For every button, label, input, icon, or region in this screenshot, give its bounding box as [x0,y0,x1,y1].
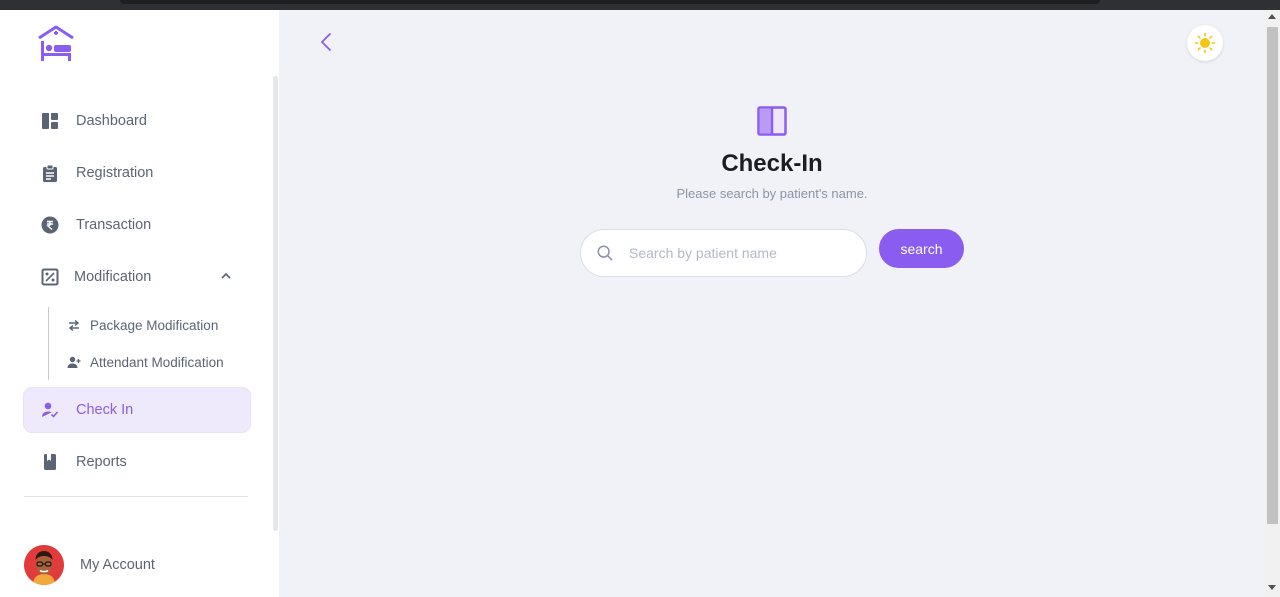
search-box[interactable] [580,229,867,277]
sidebar-subitem-label: Package Modification [90,317,219,333]
sidebar-item-label: Reports [76,454,127,470]
dashboard-icon [40,111,60,131]
rupee-icon [40,215,60,235]
sidebar: Dashboard Registration Transaction Modif… [0,10,279,597]
sidebar-divider [24,496,248,497]
sidebar-item-label: Check In [76,402,134,418]
sidebar-item-label: Modification [74,269,152,285]
browser-top-bar [0,0,1280,10]
sidebar-item-transaction[interactable]: Transaction [24,203,250,247]
sun-icon [1194,32,1216,54]
sidebar-item-modification[interactable]: Modification [24,255,250,299]
my-account-button[interactable]: My Account [24,544,155,586]
scroll-up-arrow-icon[interactable] [1268,14,1276,19]
browser-address-strip [120,0,1100,4]
percent-box-icon [40,267,60,287]
search-button[interactable]: search [879,229,964,268]
page-subtitle: Please search by patient's name. [676,186,868,201]
person-add-icon [66,354,82,370]
submenu-line [48,307,49,380]
avatar [24,545,64,585]
main-content: Check-In Please search by patient's name… [279,10,1265,597]
search-icon [595,243,615,263]
chevron-left-icon[interactable] [315,30,339,54]
sidebar-item-label: Dashboard [76,113,147,129]
hospital-bed-icon[interactable] [36,24,76,64]
my-account-label: My Account [80,557,155,573]
sidebar-subitem-attendant-modification[interactable]: Attendant Modification [66,350,224,374]
sidebar-subitem-label: Attendant Modification [90,354,224,370]
sidebar-item-check-in[interactable]: Check In [24,388,250,432]
sidebar-item-dashboard[interactable]: Dashboard [24,99,250,143]
page-title: Check-In [721,150,823,177]
theme-toggle-button[interactable] [1187,25,1223,61]
sidebar-scrollbar[interactable] [273,76,278,531]
sidebar-item-reports[interactable]: Reports [24,440,250,484]
scroll-thumb[interactable] [1267,27,1278,524]
page-scrollbar[interactable] [1265,10,1280,597]
person-check-icon [40,400,60,420]
search-input[interactable] [629,245,849,261]
chevron-up-icon[interactable] [220,270,232,282]
sidebar-subitem-package-modification[interactable]: Package Modification [66,313,218,337]
sidebar-item-registration[interactable]: Registration [24,151,250,195]
sidebar-item-label: Transaction [76,217,152,233]
scroll-down-arrow-icon[interactable] [1268,585,1276,590]
clipboard-icon [40,163,60,183]
sidebar-item-label: Registration [76,165,154,181]
swap-arrows-icon [66,317,82,333]
columns-icon [756,105,788,137]
book-icon [40,452,60,472]
